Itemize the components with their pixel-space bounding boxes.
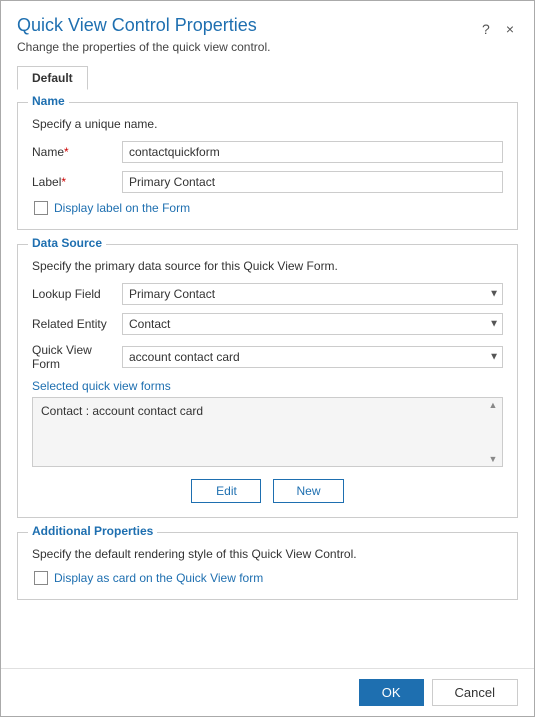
- quick-view-dialog: Quick View Control Properties Change the…: [0, 0, 535, 717]
- close-button[interactable]: ×: [502, 19, 518, 39]
- additional-section-desc: Specify the default rendering style of t…: [32, 547, 503, 561]
- dialog-header: Quick View Control Properties Change the…: [1, 1, 534, 58]
- additional-section: Additional Properties Specify the defaul…: [17, 532, 518, 600]
- data-source-desc: Specify the primary data source for this…: [32, 259, 503, 273]
- quick-view-form-label: Quick View Form: [32, 343, 122, 371]
- data-source-section: Data Source Specify the primary data sou…: [17, 244, 518, 518]
- selected-forms-box: Contact : account contact card ▲ ▼: [32, 397, 503, 467]
- lookup-field-row: Lookup Field Primary Contact ▼: [32, 283, 503, 305]
- related-entity-label: Related Entity: [32, 317, 122, 331]
- display-label-row: Display label on the Form: [34, 201, 503, 215]
- edit-button[interactable]: Edit: [191, 479, 261, 503]
- label-row: Label*: [32, 171, 503, 193]
- related-entity-select-wrapper: Contact ▼: [122, 313, 503, 335]
- quick-view-form-select[interactable]: account contact card: [122, 346, 503, 368]
- label-required-star: *: [61, 175, 66, 189]
- tab-default[interactable]: Default: [17, 66, 88, 90]
- name-section-legend: Name: [28, 94, 69, 108]
- scroll-down-icon[interactable]: ▼: [489, 454, 498, 464]
- selected-forms-scrollbar: ▲ ▼: [486, 400, 500, 464]
- lookup-field-select-wrapper: Primary Contact ▼: [122, 283, 503, 305]
- dialog-subtitle: Change the properties of the quick view …: [17, 40, 478, 54]
- display-label-checkbox[interactable]: [34, 201, 48, 215]
- scroll-up-icon[interactable]: ▲: [489, 400, 498, 410]
- data-source-legend: Data Source: [28, 236, 106, 250]
- name-input[interactable]: [122, 141, 503, 163]
- name-required-star: *: [64, 145, 69, 159]
- dialog-title-area: Quick View Control Properties Change the…: [17, 15, 478, 54]
- ok-button[interactable]: OK: [359, 679, 424, 706]
- selected-forms-label: Selected quick view forms: [32, 379, 503, 393]
- selected-form-entry: Contact : account contact card: [41, 404, 203, 418]
- label-input[interactable]: [122, 171, 503, 193]
- cancel-button[interactable]: Cancel: [432, 679, 518, 706]
- dialog-footer: OK Cancel: [1, 668, 534, 716]
- related-entity-select[interactable]: Contact: [122, 313, 503, 335]
- lookup-field-label: Lookup Field: [32, 287, 122, 301]
- lookup-field-select[interactable]: Primary Contact: [122, 283, 503, 305]
- display-label-text[interactable]: Display label on the Form: [54, 201, 190, 215]
- quick-view-form-row: Quick View Form account contact card ▼: [32, 343, 503, 371]
- name-row: Name*: [32, 141, 503, 163]
- label-label: Label*: [32, 175, 122, 189]
- dialog-title: Quick View Control Properties: [17, 15, 478, 36]
- display-card-text[interactable]: Display as card on the Quick View form: [54, 571, 263, 585]
- name-section-desc: Specify a unique name.: [32, 117, 503, 131]
- edit-new-buttons-row: Edit New: [32, 479, 503, 503]
- help-button[interactable]: ?: [478, 19, 494, 39]
- additional-section-legend: Additional Properties: [28, 524, 157, 538]
- dialog-body: Default Name Specify a unique name. Name…: [1, 58, 534, 668]
- name-label: Name*: [32, 145, 122, 159]
- quick-view-form-select-wrapper: account contact card ▼: [122, 346, 503, 368]
- display-card-row: Display as card on the Quick View form: [34, 571, 503, 585]
- tabs-bar: Default: [17, 66, 518, 90]
- name-section: Name Specify a unique name. Name* Label*…: [17, 102, 518, 230]
- related-entity-row: Related Entity Contact ▼: [32, 313, 503, 335]
- display-card-checkbox[interactable]: [34, 571, 48, 585]
- dialog-header-icons: ? ×: [478, 15, 518, 39]
- new-button[interactable]: New: [273, 479, 343, 503]
